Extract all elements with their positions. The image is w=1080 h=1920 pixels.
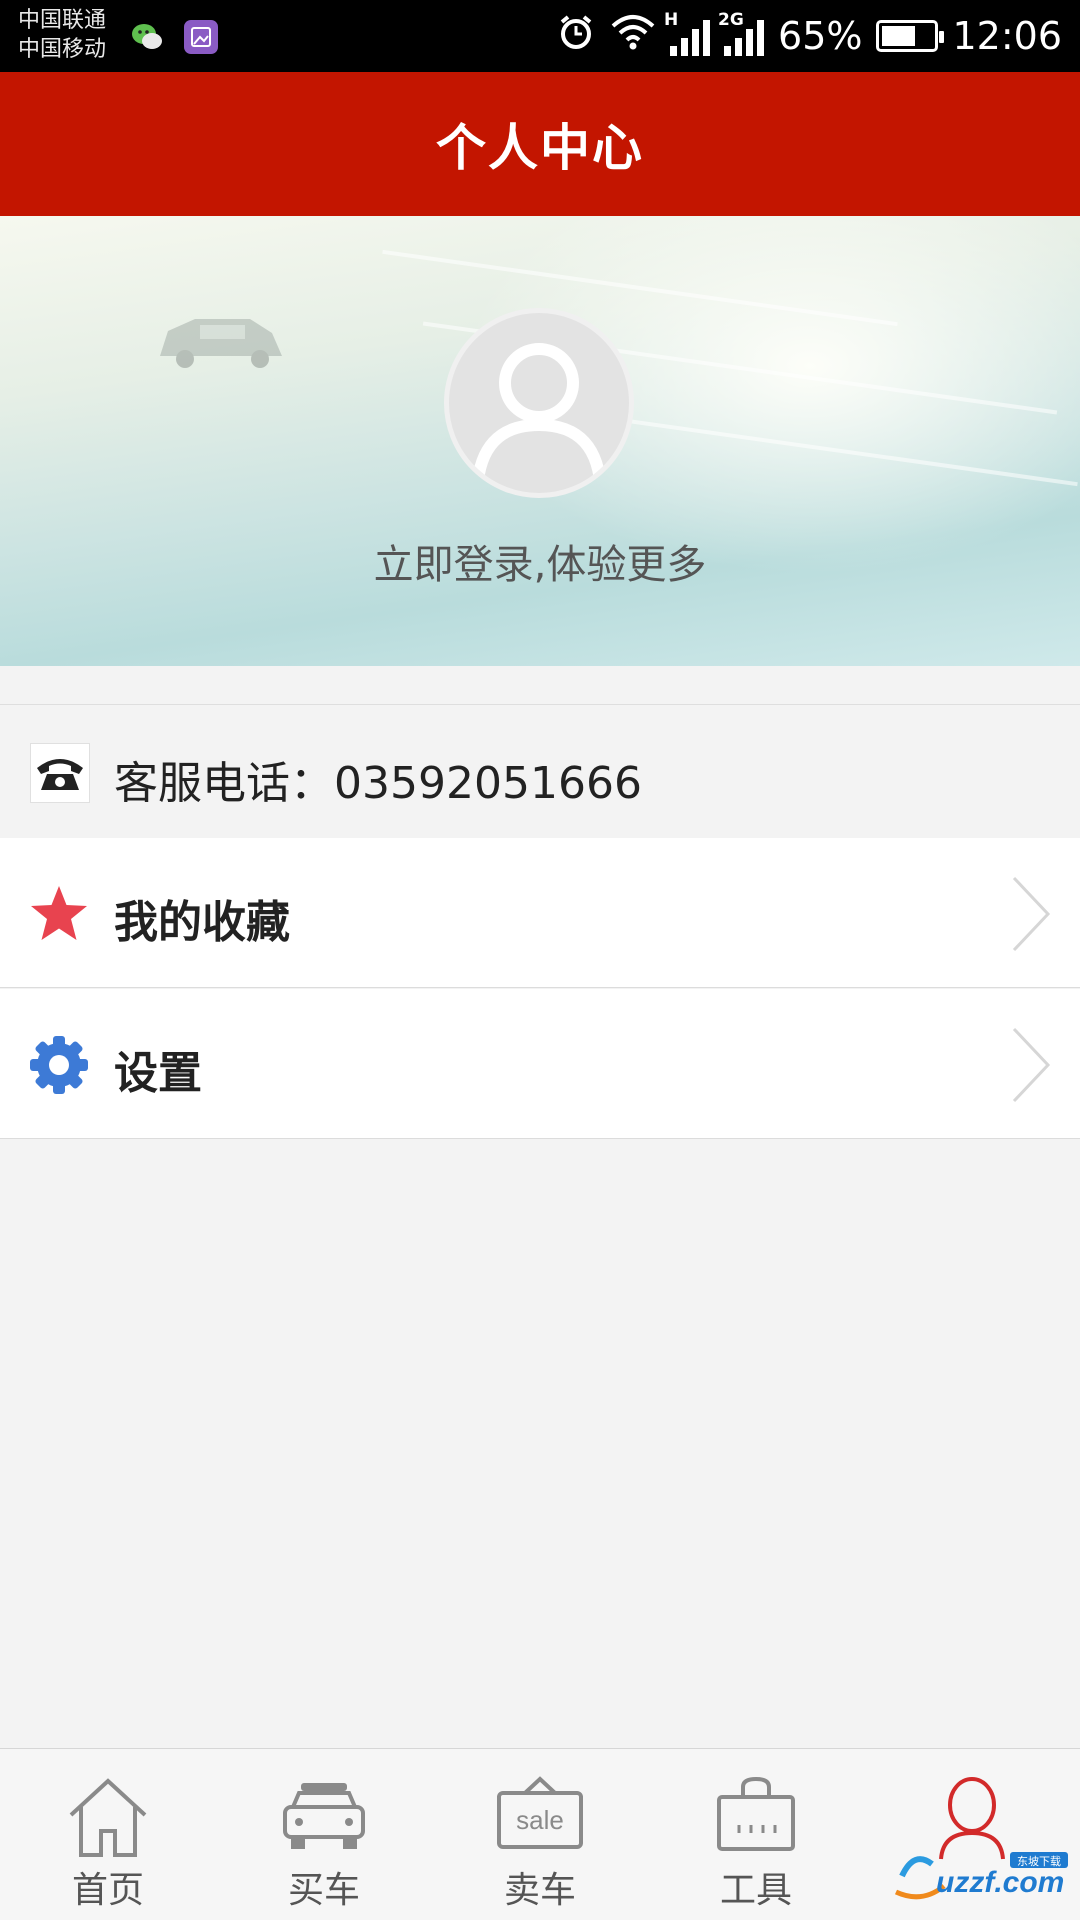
nav-label-home: 首页 [71,1870,144,1911]
menu-item-settings[interactable]: 设置 [0,989,1080,1139]
service-phone-number[interactable]: 03592051666 [334,758,642,809]
sale-tag-text: sale [516,1805,564,1835]
nav-item-home[interactable]: 首页 [0,1749,216,1920]
battery-icon [876,20,945,52]
nav-label-tools: 工具 [719,1870,792,1911]
carrier-2: 中国移动 [18,37,107,62]
title-bar: 个人中心 [0,72,1080,216]
nav-label-buy-car: 买车 [287,1870,360,1911]
nav-item-sell-car[interactable]: sale 卖车 [432,1749,648,1920]
user-silhouette-icon [471,343,607,493]
watermark-text: uzzf.com [936,1866,1064,1899]
signal-icon-2: 2G [718,10,765,56]
site-watermark-logo: 东坡下载 uzzf.com [892,1846,1072,1906]
home-icon [69,1778,147,1857]
service-phone-label: 客服电话： [114,758,334,809]
chevron-right-icon [1008,1025,1054,1105]
page-title: 个人中心 [436,119,644,177]
chevron-right-icon [1008,874,1054,954]
toolbag-icon [717,1776,795,1851]
telephone-icon [30,743,90,803]
menu-label-favorites: 我的收藏 [114,897,290,948]
login-prompt[interactable]: 立即登录,体验更多 [0,532,1080,590]
sale-tag-icon: sale [497,1776,583,1849]
avatar[interactable] [444,308,634,498]
signal-icon-1: H [664,10,711,56]
battery-percent: 65% [778,14,863,58]
wechat-icon [130,20,164,54]
profile-banner: 立即登录,体验更多 [0,216,1080,666]
carrier-1: 中国联通 [18,8,107,33]
nav-item-tools[interactable]: 工具 [648,1749,864,1920]
menu-label-settings: 设置 [114,1048,202,1099]
background-car-image [150,301,290,376]
service-phone-row[interactable]: 客服电话：03592051666 [0,704,1080,836]
network-tag-1: H [664,10,679,30]
nav-label-sell-car: 卖车 [503,1870,576,1911]
clock: 12:06 [952,14,1062,58]
nav-item-buy-car[interactable]: 买车 [216,1749,432,1920]
gear-icon [28,1034,90,1096]
alarm-icon [556,12,596,61]
gallery-icon [184,20,218,54]
star-icon [28,883,90,945]
carrier-names: 中国联通 中国移动 [18,6,106,64]
service-phone-text: 客服电话：03592051666 [114,747,642,811]
wifi-icon [610,12,656,61]
network-tag-2: 2G [718,10,744,30]
menu-item-favorites[interactable]: 我的收藏 [0,838,1080,988]
status-bar: 中国联通 中国移动 H 2G 65% 12:06 [0,0,1080,72]
car-icon [283,1783,365,1849]
